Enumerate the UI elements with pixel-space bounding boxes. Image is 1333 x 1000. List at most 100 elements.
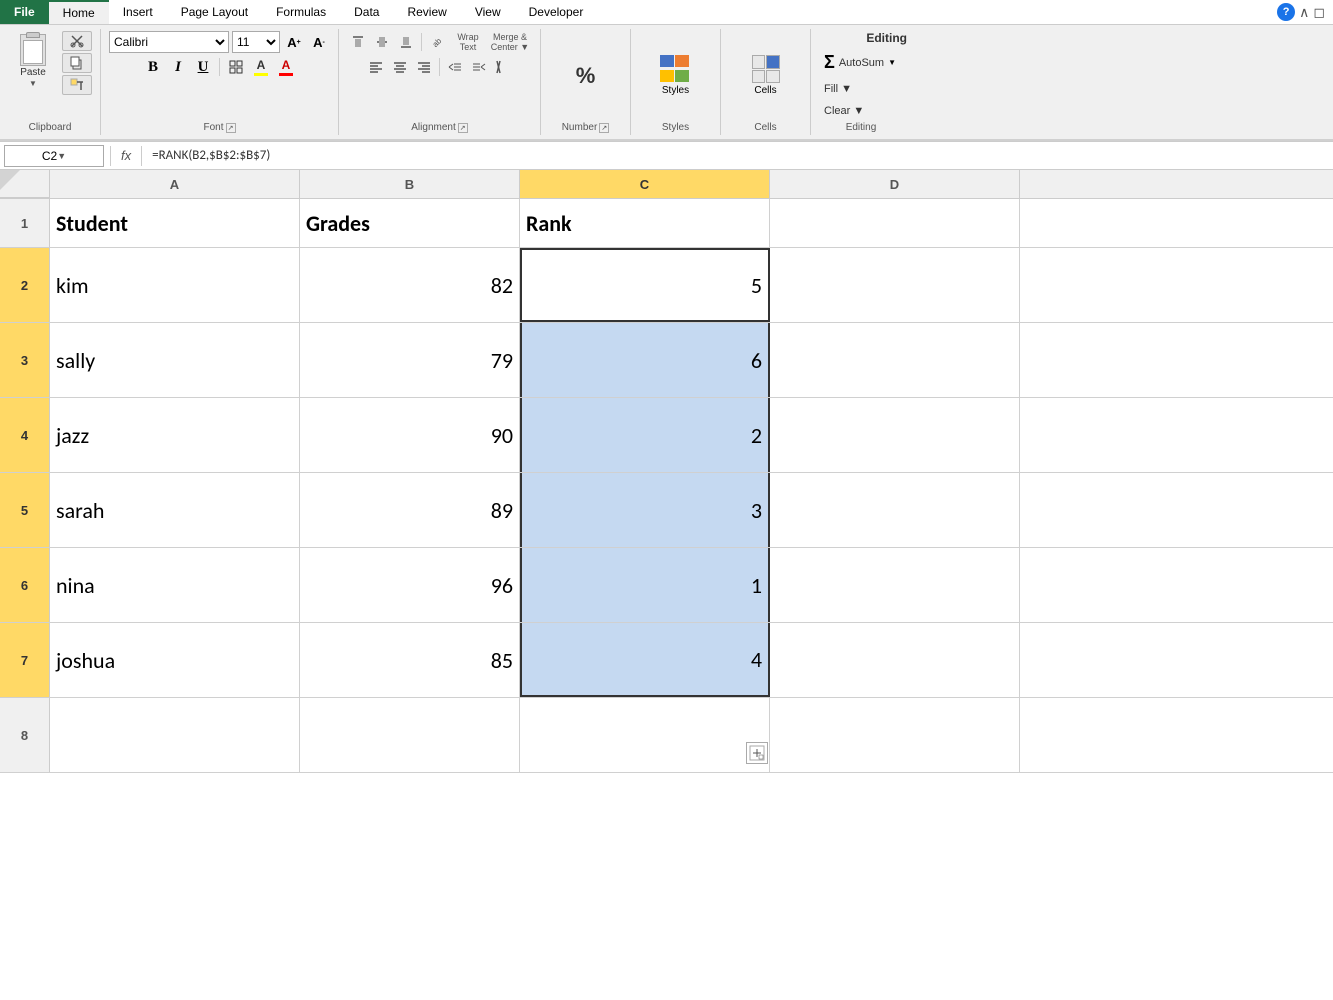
- row-num-8[interactable]: 8: [0, 698, 50, 772]
- cell-c6[interactable]: 1: [520, 548, 770, 622]
- paste-button[interactable]: Paste ▼: [8, 31, 58, 89]
- tab-insert[interactable]: Insert: [109, 0, 167, 24]
- cell-c5[interactable]: 3: [520, 473, 770, 547]
- fill-button[interactable]: Fill ▼: [819, 80, 909, 98]
- decrease-indent-button[interactable]: [444, 56, 466, 78]
- cell-d7[interactable]: [770, 623, 1020, 697]
- group-editing: Editing Σ AutoSum ▼ Fill ▼ Clear ▼ Editi…: [811, 29, 911, 135]
- cell-b3[interactable]: 79: [300, 323, 520, 397]
- font-name-select[interactable]: Calibri: [109, 31, 229, 53]
- italic-button[interactable]: I: [167, 56, 189, 78]
- minimize-icon[interactable]: ∧: [1299, 4, 1309, 21]
- shrink-font-button[interactable]: A-: [308, 31, 330, 53]
- alignment-dialog-icon[interactable]: ↗: [458, 123, 468, 133]
- format-painter-button[interactable]: [62, 75, 92, 95]
- tab-view[interactable]: View: [461, 0, 515, 24]
- font-color-button[interactable]: A: [275, 56, 297, 78]
- increase-indent-button[interactable]: [468, 56, 490, 78]
- cell-b8[interactable]: [300, 698, 520, 772]
- font-size-select[interactable]: 11: [232, 31, 280, 53]
- col-header-c[interactable]: C: [520, 170, 770, 198]
- row-num-2[interactable]: 2: [0, 248, 50, 322]
- cell-a3[interactable]: sally: [50, 323, 300, 397]
- cell-b1[interactable]: Grades: [300, 199, 520, 247]
- cell-a7[interactable]: joshua: [50, 623, 300, 697]
- cells-button[interactable]: Cells: [726, 51, 806, 101]
- tab-developer[interactable]: Developer: [515, 0, 598, 24]
- number-format-button[interactable]: [492, 56, 514, 78]
- cell-c4[interactable]: 2: [520, 398, 770, 472]
- restore-icon[interactable]: ◻: [1313, 4, 1325, 21]
- cell-c8[interactable]: [520, 698, 770, 772]
- cell-a4[interactable]: jazz: [50, 398, 300, 472]
- cell-a1[interactable]: Student: [50, 199, 300, 247]
- table-row: 4 jazz 90 2: [0, 398, 1333, 473]
- col-headers-row: A B C D: [0, 170, 1333, 199]
- tab-data[interactable]: Data: [340, 0, 393, 24]
- bold-button[interactable]: B: [142, 56, 164, 78]
- cell-b5[interactable]: 89: [300, 473, 520, 547]
- cell-a6[interactable]: nina: [50, 548, 300, 622]
- grow-font-button[interactable]: A+: [283, 31, 305, 53]
- group-alignment: ab WrapText Merge &Center ▼: [339, 29, 541, 135]
- cell-d3[interactable]: [770, 323, 1020, 397]
- cell-d1[interactable]: [770, 199, 1020, 247]
- align-bottom-button[interactable]: [395, 31, 417, 53]
- cell-a5[interactable]: sarah: [50, 473, 300, 547]
- row-num-1[interactable]: 1: [0, 199, 50, 247]
- text-direction-button[interactable]: ab: [426, 31, 448, 53]
- cell-ref-box[interactable]: C2 ▼: [4, 145, 104, 167]
- cell-a2[interactable]: kim: [50, 248, 300, 322]
- row-num-5[interactable]: 5: [0, 473, 50, 547]
- cell-b4[interactable]: 90: [300, 398, 520, 472]
- font-dialog-icon[interactable]: ↗: [226, 123, 236, 133]
- clear-button[interactable]: Clear ▼: [819, 102, 909, 120]
- tab-page-layout[interactable]: Page Layout: [167, 0, 262, 24]
- align-middle-button[interactable]: [371, 31, 393, 53]
- tab-home[interactable]: Home: [49, 0, 109, 24]
- number-dialog-icon[interactable]: ↗: [599, 123, 609, 133]
- cell-c7[interactable]: 4: [520, 623, 770, 697]
- borders-button[interactable]: [225, 56, 247, 78]
- cell-a8[interactable]: [50, 698, 300, 772]
- cell-d6[interactable]: [770, 548, 1020, 622]
- row-num-4[interactable]: 4: [0, 398, 50, 472]
- cell-b7[interactable]: 85: [300, 623, 520, 697]
- cell-c2[interactable]: 5: [520, 248, 770, 322]
- cell-d8[interactable]: [770, 698, 1020, 772]
- underline-button[interactable]: U: [192, 56, 214, 78]
- align-left-button[interactable]: [365, 56, 387, 78]
- cell-d5[interactable]: [770, 473, 1020, 547]
- cell-b2[interactable]: 82: [300, 248, 520, 322]
- cell-d4[interactable]: [770, 398, 1020, 472]
- col-header-a[interactable]: A: [50, 170, 300, 198]
- cell-c3[interactable]: 6: [520, 323, 770, 397]
- row-num-6[interactable]: 6: [0, 548, 50, 622]
- cell-c1[interactable]: Rank: [520, 199, 770, 247]
- tab-formulas[interactable]: Formulas: [262, 0, 340, 24]
- cell-d2[interactable]: [770, 248, 1020, 322]
- styles-button[interactable]: Styles: [636, 51, 716, 101]
- merge-center-button[interactable]: Merge &Center ▼: [488, 31, 532, 53]
- copy-button[interactable]: [62, 53, 92, 73]
- cell-ref-arrow[interactable]: ▼: [57, 151, 66, 161]
- cell-b6[interactable]: 96: [300, 548, 520, 622]
- fill-color-button[interactable]: A: [250, 56, 272, 78]
- tab-review[interactable]: Review: [393, 0, 460, 24]
- cut-button[interactable]: [62, 31, 92, 51]
- autofill-popup-button[interactable]: [746, 742, 768, 764]
- col-header-d[interactable]: D: [770, 170, 1020, 198]
- editing-group-bottom-label: Editing: [846, 120, 877, 133]
- wrap-text-button[interactable]: WrapText: [450, 31, 486, 53]
- number-format-dropdown[interactable]: %: [546, 51, 626, 101]
- tab-file[interactable]: File: [0, 0, 49, 24]
- row-num-7[interactable]: 7: [0, 623, 50, 697]
- align-top-button[interactable]: [347, 31, 369, 53]
- row-num-3[interactable]: 3: [0, 323, 50, 397]
- autosum-button[interactable]: Σ AutoSum ▼: [819, 49, 909, 76]
- formula-input[interactable]: [148, 145, 1329, 167]
- col-header-b[interactable]: B: [300, 170, 520, 198]
- paste-icon: [15, 32, 51, 66]
- align-right-button[interactable]: [413, 56, 435, 78]
- align-center-button[interactable]: [389, 56, 411, 78]
